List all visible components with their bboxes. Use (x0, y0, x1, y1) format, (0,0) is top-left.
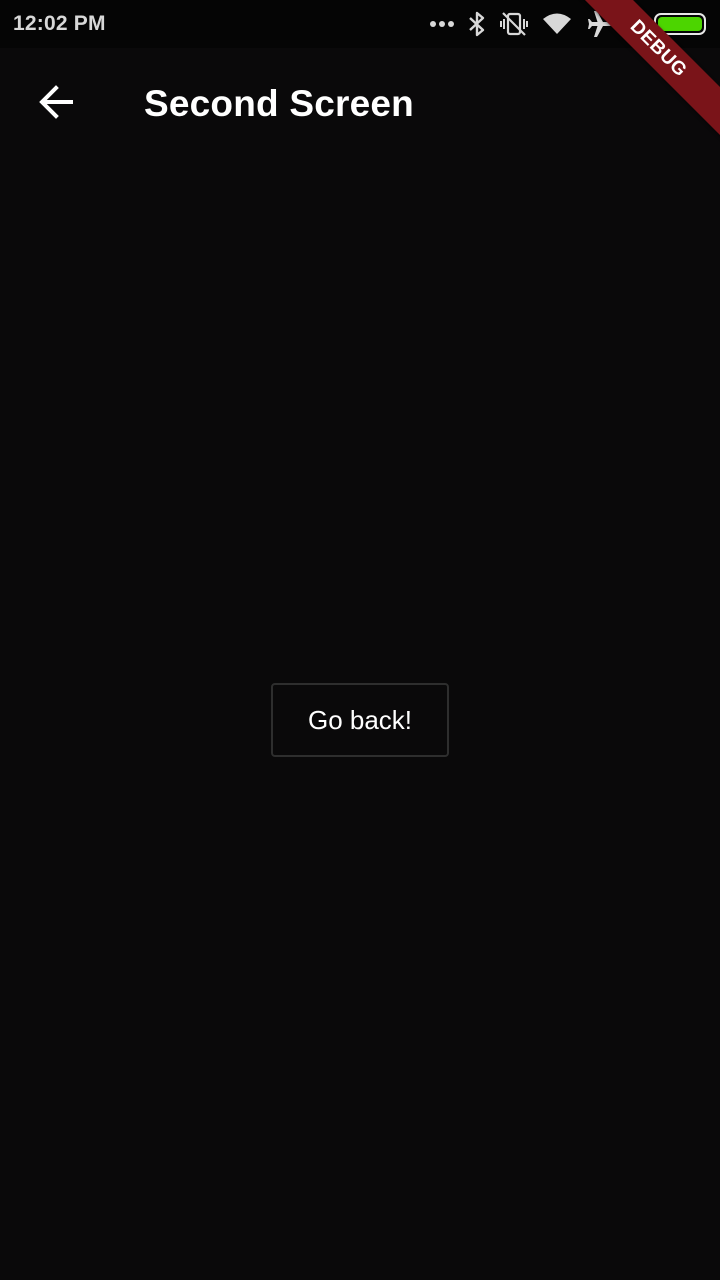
page-title: Second Screen (144, 83, 414, 124)
status-time: 12:02 PM (13, 12, 106, 35)
app-bar: Second Screen (0, 48, 720, 160)
more-dots-icon (430, 20, 454, 28)
arrow-back-icon (38, 84, 74, 125)
bluetooth-icon (468, 11, 486, 37)
vibrate-off-icon (500, 11, 528, 37)
wifi-icon (542, 12, 572, 36)
go-back-button[interactable]: Go back! (271, 683, 449, 757)
battery-fill (658, 17, 702, 31)
screen: 12:02 PM Second Screen Go back! DEBUG (0, 0, 720, 1280)
back-button[interactable] (0, 48, 112, 160)
